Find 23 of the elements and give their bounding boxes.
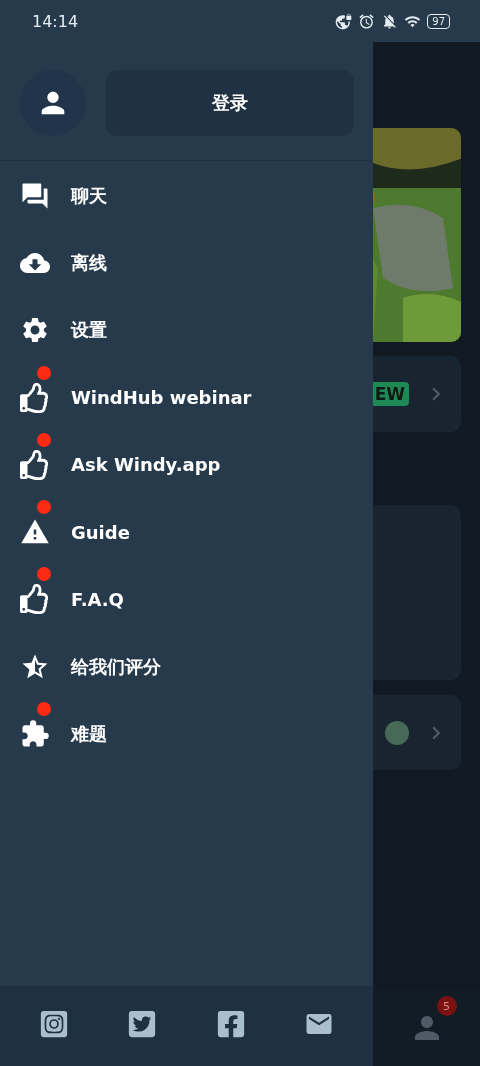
menu-item[interactable]: 难题: [0, 700, 373, 768]
alarm-icon: [358, 12, 376, 30]
notification-badge: 5: [436, 996, 457, 1016]
menu-item[interactable]: 聊天: [0, 162, 373, 230]
login-button[interactable]: 登录: [106, 70, 354, 136]
battery-indicator: 97: [427, 13, 450, 29]
puzzle-icon: [20, 719, 50, 749]
menu-item[interactable]: WindHub webinar: [0, 363, 373, 432]
thumbs-up-icon: [20, 449, 50, 480]
menu-item[interactable]: 设置: [0, 296, 373, 364]
menu-item[interactable]: Guide: [0, 498, 373, 566]
facebook-icon[interactable]: [215, 1009, 246, 1039]
instagram-icon[interactable]: [39, 1009, 70, 1039]
menu-item[interactable]: 给我们评分: [0, 633, 373, 701]
menu-item[interactable]: Ask Windy.app: [0, 431, 373, 499]
vpn-icon: [335, 12, 353, 30]
thumbs-up-icon: [20, 382, 50, 413]
menu-item[interactable]: F.A.Q: [0, 565, 373, 634]
menu-item[interactable]: 离线: [0, 229, 373, 297]
status-time: 14:14: [32, 11, 79, 31]
new-tag: EW: [373, 382, 409, 406]
twitter-icon[interactable]: [127, 1009, 158, 1039]
thumbs-up-icon: [20, 584, 50, 615]
